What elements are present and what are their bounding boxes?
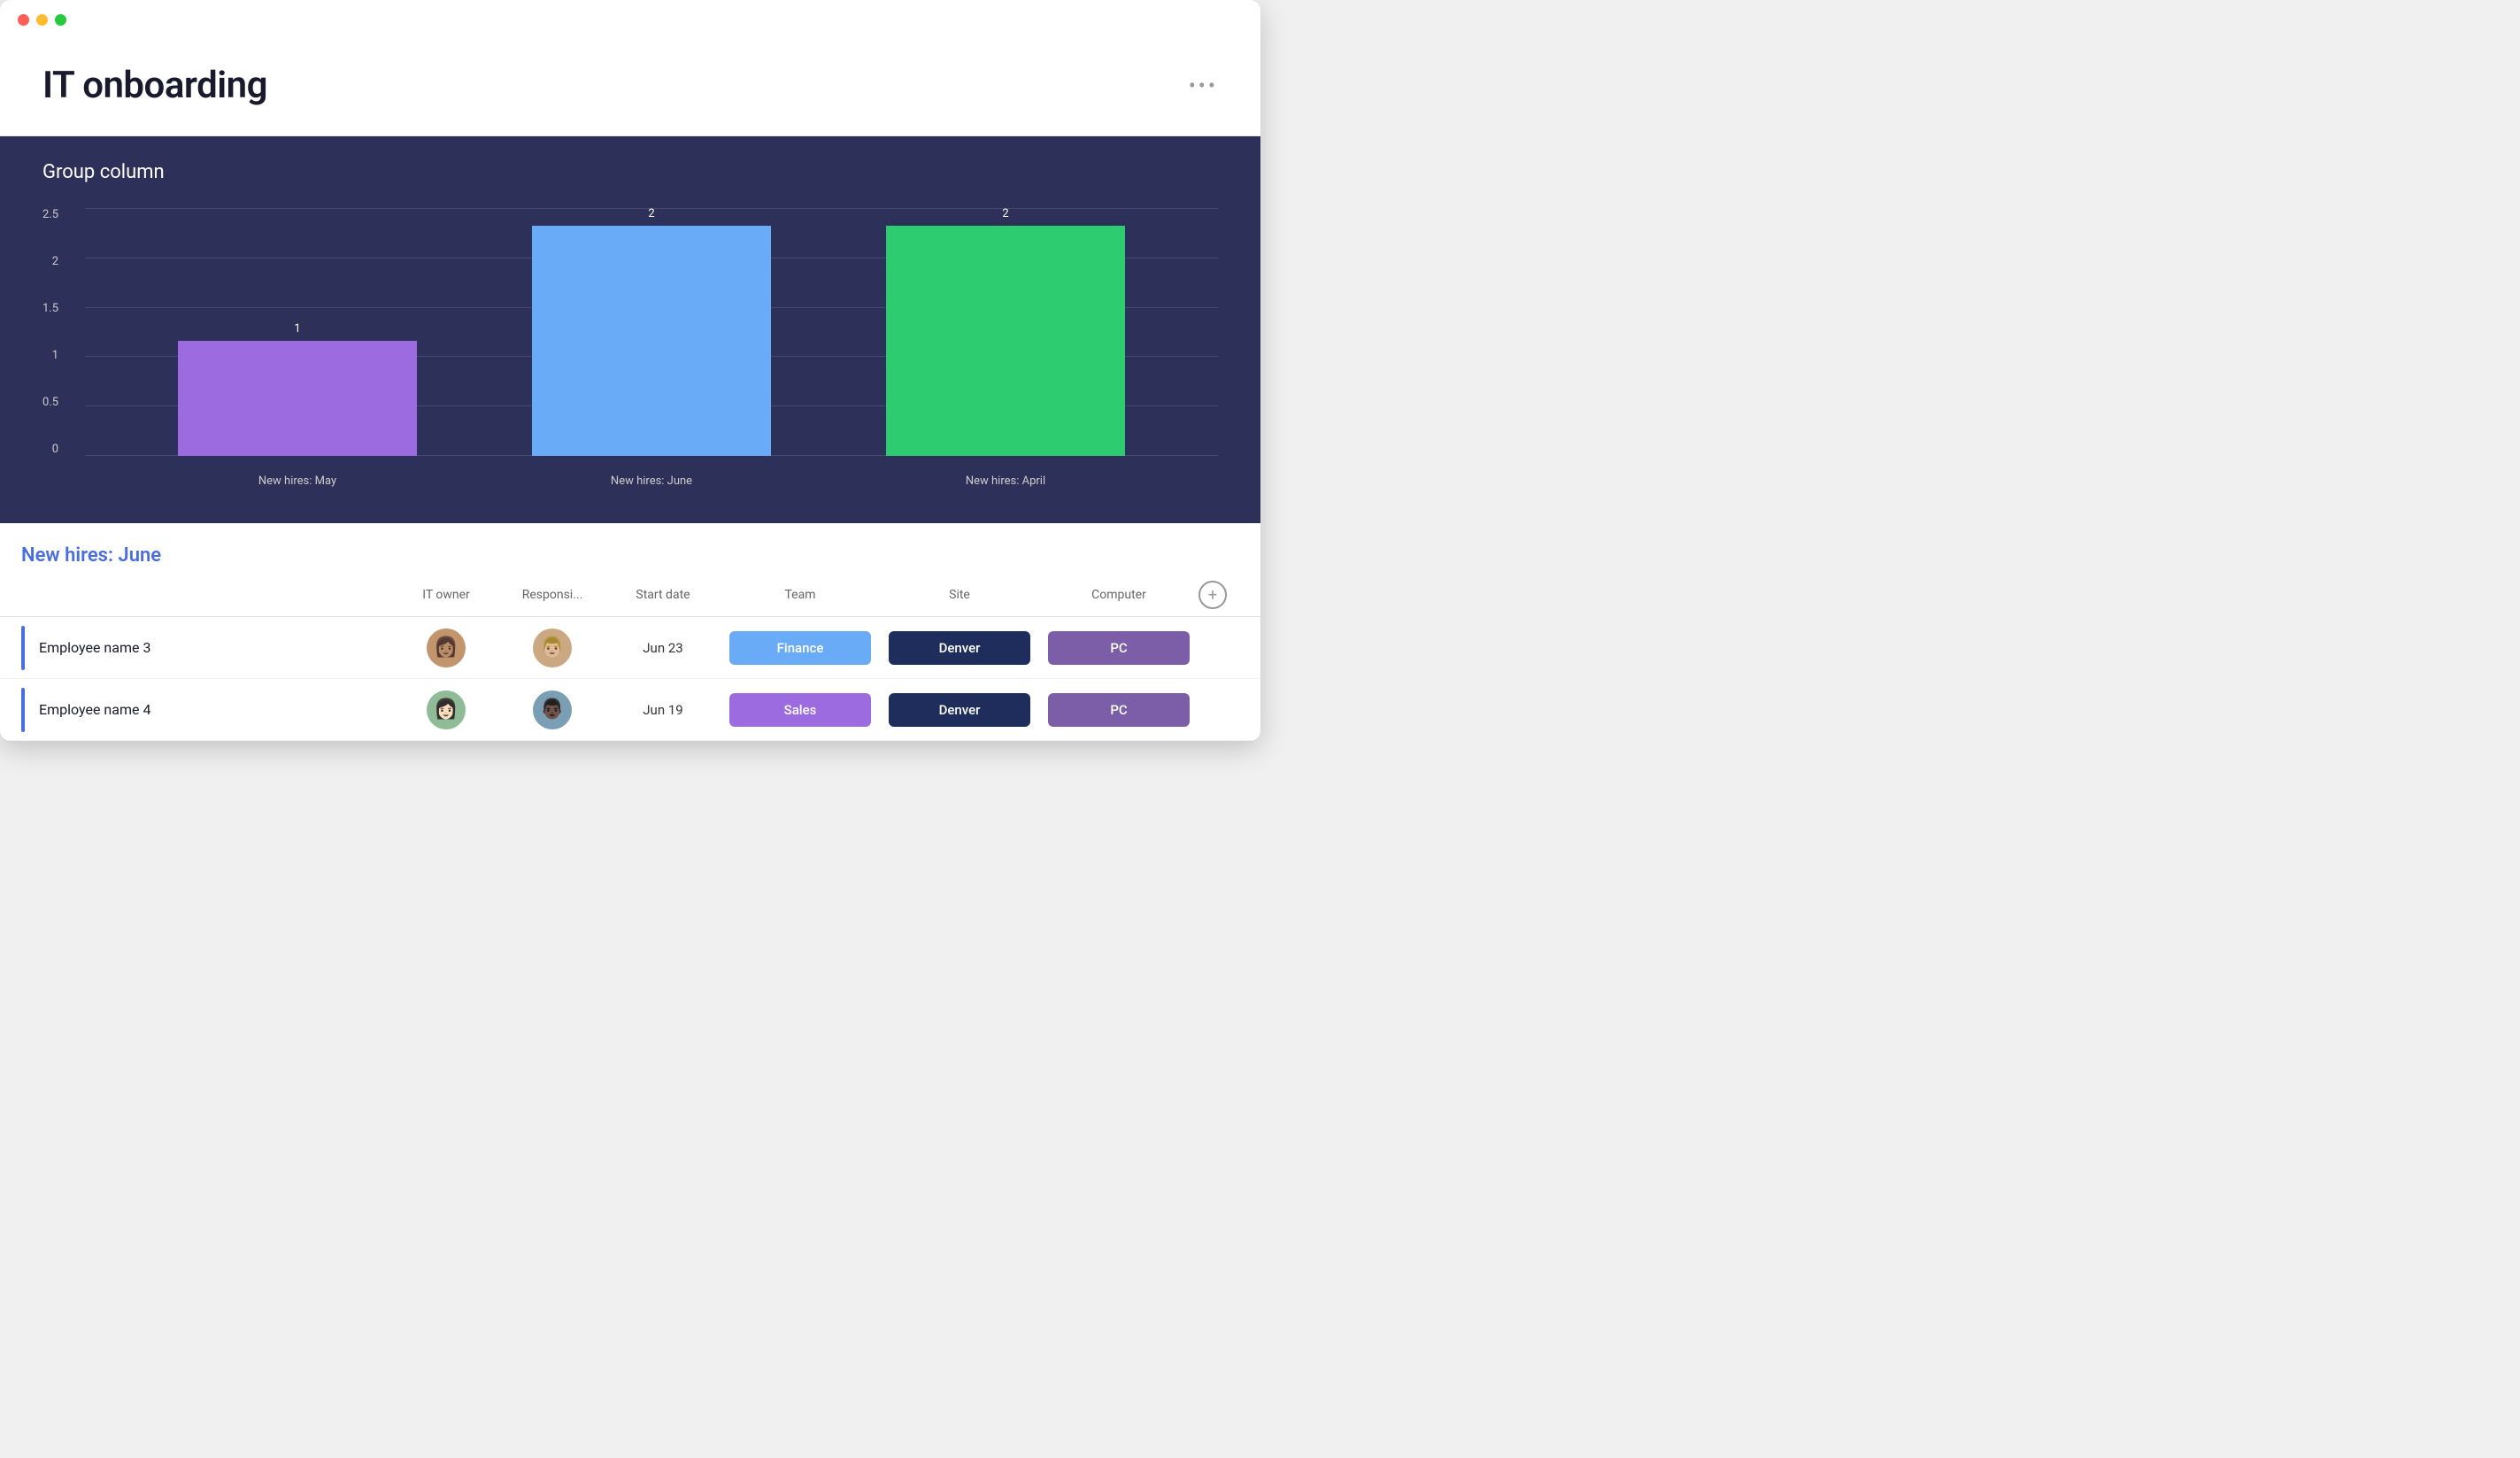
table-row[interactable]: Employee name 4 👩🏻 👨🏿 Jun 19 Sales Denve… xyxy=(0,679,1260,741)
chart-inner: 1 2 2 New hires: May xyxy=(85,208,1218,491)
row-startdate-2: Jun 19 xyxy=(605,702,721,718)
col-header-startdate: Start date xyxy=(605,588,721,602)
bar-april[interactable]: 2 xyxy=(886,207,1125,456)
y-label-0-5: 0.5 xyxy=(42,396,58,409)
bar-april-value: 2 xyxy=(1002,207,1008,220)
x-labels: New hires: May New hires: June New hires… xyxy=(85,456,1218,491)
group-header: New hires: June xyxy=(0,544,1260,581)
col-header-owner: IT owner xyxy=(393,588,499,602)
site-badge-1: Denver xyxy=(889,631,1030,665)
site-badge-2: Denver xyxy=(889,693,1030,727)
bar-april-rect xyxy=(886,226,1125,456)
team-badge-1: Finance xyxy=(729,631,871,665)
col-header-responsible: Responsi... xyxy=(499,588,605,602)
computer-badge-2: PC xyxy=(1048,693,1190,727)
x-label-may: New hires: May xyxy=(178,474,417,488)
row-site-2: Denver xyxy=(880,693,1039,727)
bar-june[interactable]: 2 xyxy=(532,207,771,456)
bar-may-rect xyxy=(178,341,417,456)
more-options-button[interactable]: ••• xyxy=(1189,73,1218,98)
bar-june-rect xyxy=(532,226,771,456)
plus-icon: + xyxy=(1208,586,1217,605)
row-name-cell-1: Employee name 3 xyxy=(21,626,393,670)
row-computer-1: PC xyxy=(1039,631,1198,665)
minimize-button[interactable] xyxy=(36,14,48,26)
app-window: IT onboarding ••• Group column 2.5 2 1.5… xyxy=(0,0,1260,741)
chart-section: Group column 2.5 2 1.5 1 0.5 0 xyxy=(0,136,1260,523)
avatar-responsible-1: 👨🏼 xyxy=(533,629,572,667)
titlebar xyxy=(0,0,1260,39)
page-header: IT onboarding ••• xyxy=(0,39,1260,136)
chart-title: Group column xyxy=(42,161,1218,183)
bar-may[interactable]: 1 xyxy=(178,322,417,456)
row-name-cell-2: Employee name 4 xyxy=(21,688,393,732)
close-button[interactable] xyxy=(18,14,29,26)
col-header-team: Team xyxy=(721,588,880,602)
table-row[interactable]: Employee name 3 👩🏽 👨🏼 Jun 23 Finance Den… xyxy=(0,617,1260,679)
startdate-text-1: Jun 23 xyxy=(643,640,682,656)
row-team-2: Sales xyxy=(721,693,880,727)
page-title: IT onboarding xyxy=(42,64,267,107)
chart-area: 2.5 2 1.5 1 0.5 0 xyxy=(42,208,1218,491)
avatar-owner-2: 👩🏻 xyxy=(427,690,466,729)
employee-name-3: Employee name 3 xyxy=(39,639,150,656)
bar-june-value: 2 xyxy=(648,207,654,220)
col-header-site: Site xyxy=(880,588,1039,602)
row-indicator-1 xyxy=(21,626,25,670)
y-label-1-5: 1.5 xyxy=(42,302,58,315)
row-owner-2: 👩🏻 xyxy=(393,690,499,729)
table-section: New hires: June IT owner Responsi... Sta… xyxy=(0,523,1260,741)
team-badge-2: Sales xyxy=(729,693,871,727)
startdate-text-2: Jun 19 xyxy=(643,702,682,718)
bars-container: 1 2 2 xyxy=(85,208,1218,456)
row-responsible-1: 👨🏼 xyxy=(499,629,605,667)
y-label-1: 1 xyxy=(52,349,58,362)
x-label-april: New hires: April xyxy=(886,474,1125,488)
row-owner-1: 👩🏽 xyxy=(393,629,499,667)
table-header-row: IT owner Responsi... Start date Team Sit… xyxy=(0,581,1260,617)
row-site-1: Denver xyxy=(880,631,1039,665)
avatar-responsible-2: 👨🏿 xyxy=(533,690,572,729)
row-startdate-1: Jun 23 xyxy=(605,640,721,656)
y-label-0: 0 xyxy=(52,443,58,456)
employee-name-4: Employee name 4 xyxy=(39,701,150,718)
row-computer-2: PC xyxy=(1039,693,1198,727)
x-label-june: New hires: June xyxy=(532,474,771,488)
col-header-add: + xyxy=(1198,581,1234,609)
computer-badge-1: PC xyxy=(1048,631,1190,665)
y-label-2: 2 xyxy=(52,255,58,268)
y-axis: 2.5 2 1.5 1 0.5 0 xyxy=(42,208,67,456)
y-label-2-5: 2.5 xyxy=(42,208,58,221)
row-team-1: Finance xyxy=(721,631,880,665)
row-responsible-2: 👨🏿 xyxy=(499,690,605,729)
row-indicator-2 xyxy=(21,688,25,732)
maximize-button[interactable] xyxy=(55,14,66,26)
window-controls xyxy=(18,14,66,26)
avatar-owner-1: 👩🏽 xyxy=(427,629,466,667)
add-column-button[interactable]: + xyxy=(1198,581,1227,609)
bar-may-value: 1 xyxy=(294,322,300,336)
col-header-computer: Computer xyxy=(1039,588,1198,602)
